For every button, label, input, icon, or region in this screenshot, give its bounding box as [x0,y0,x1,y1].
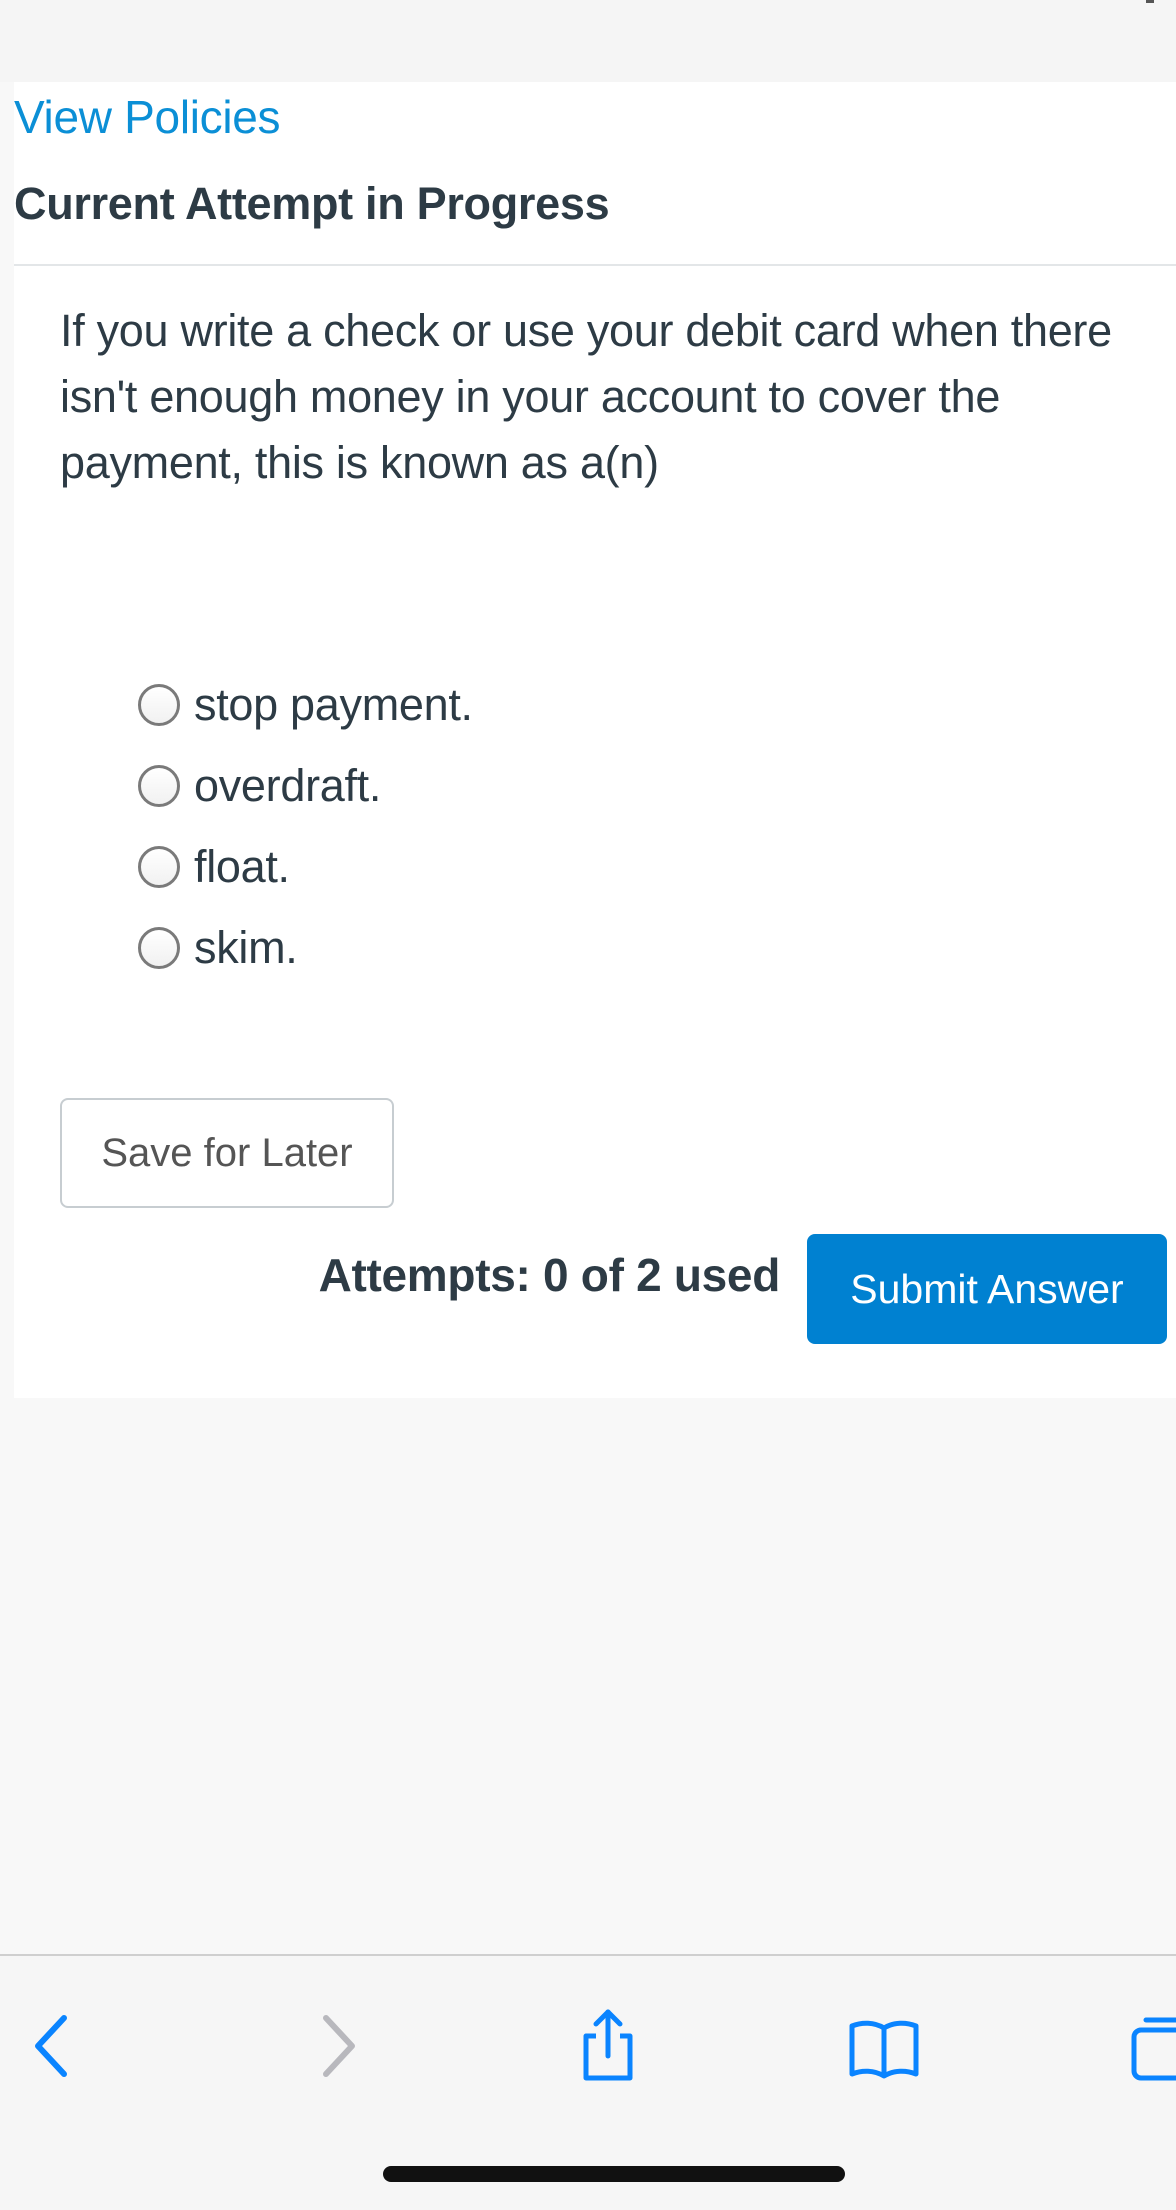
answer-option-label: skim. [194,921,298,973]
answer-option[interactable]: float. [138,826,473,907]
answer-option-label: stop payment. [194,678,473,730]
answer-option-label: overdraft. [194,759,382,811]
back-icon[interactable] [14,2006,94,2086]
submit-answer-button[interactable]: Submit Answer [807,1234,1167,1344]
answer-options: stop payment. overdraft. float. skim. [138,664,473,988]
bookmarks-icon[interactable] [844,2006,924,2086]
top-status-strip [0,0,1176,82]
share-icon[interactable] [568,2006,648,2086]
radio-button[interactable] [138,683,180,726]
forward-icon[interactable] [296,2006,376,2086]
answer-option-label: float. [194,840,290,892]
radio-button[interactable] [138,926,180,969]
attempt-title: Current Attempt in Progress [14,178,610,229]
attempts-counter: Attempts: 0 of 2 used [318,1249,781,1301]
status-mark [1146,0,1154,3]
home-indicator[interactable] [383,2166,845,2182]
radio-button[interactable] [138,764,180,807]
header-divider [14,264,1176,266]
radio-button[interactable] [138,845,180,888]
question-text: If you write a check or use your debit c… [60,305,1112,488]
view-policies-link[interactable]: View Policies [14,90,281,144]
answer-option[interactable]: overdraft. [138,745,473,826]
quiz-panel: View Policies Current Attempt in Progres… [14,82,1176,1398]
answer-option[interactable]: stop payment. [138,664,473,745]
save-for-later-button[interactable]: Save for Later [60,1098,394,1208]
answer-option[interactable]: skim. [138,907,473,988]
tabs-icon[interactable] [1120,2006,1176,2086]
